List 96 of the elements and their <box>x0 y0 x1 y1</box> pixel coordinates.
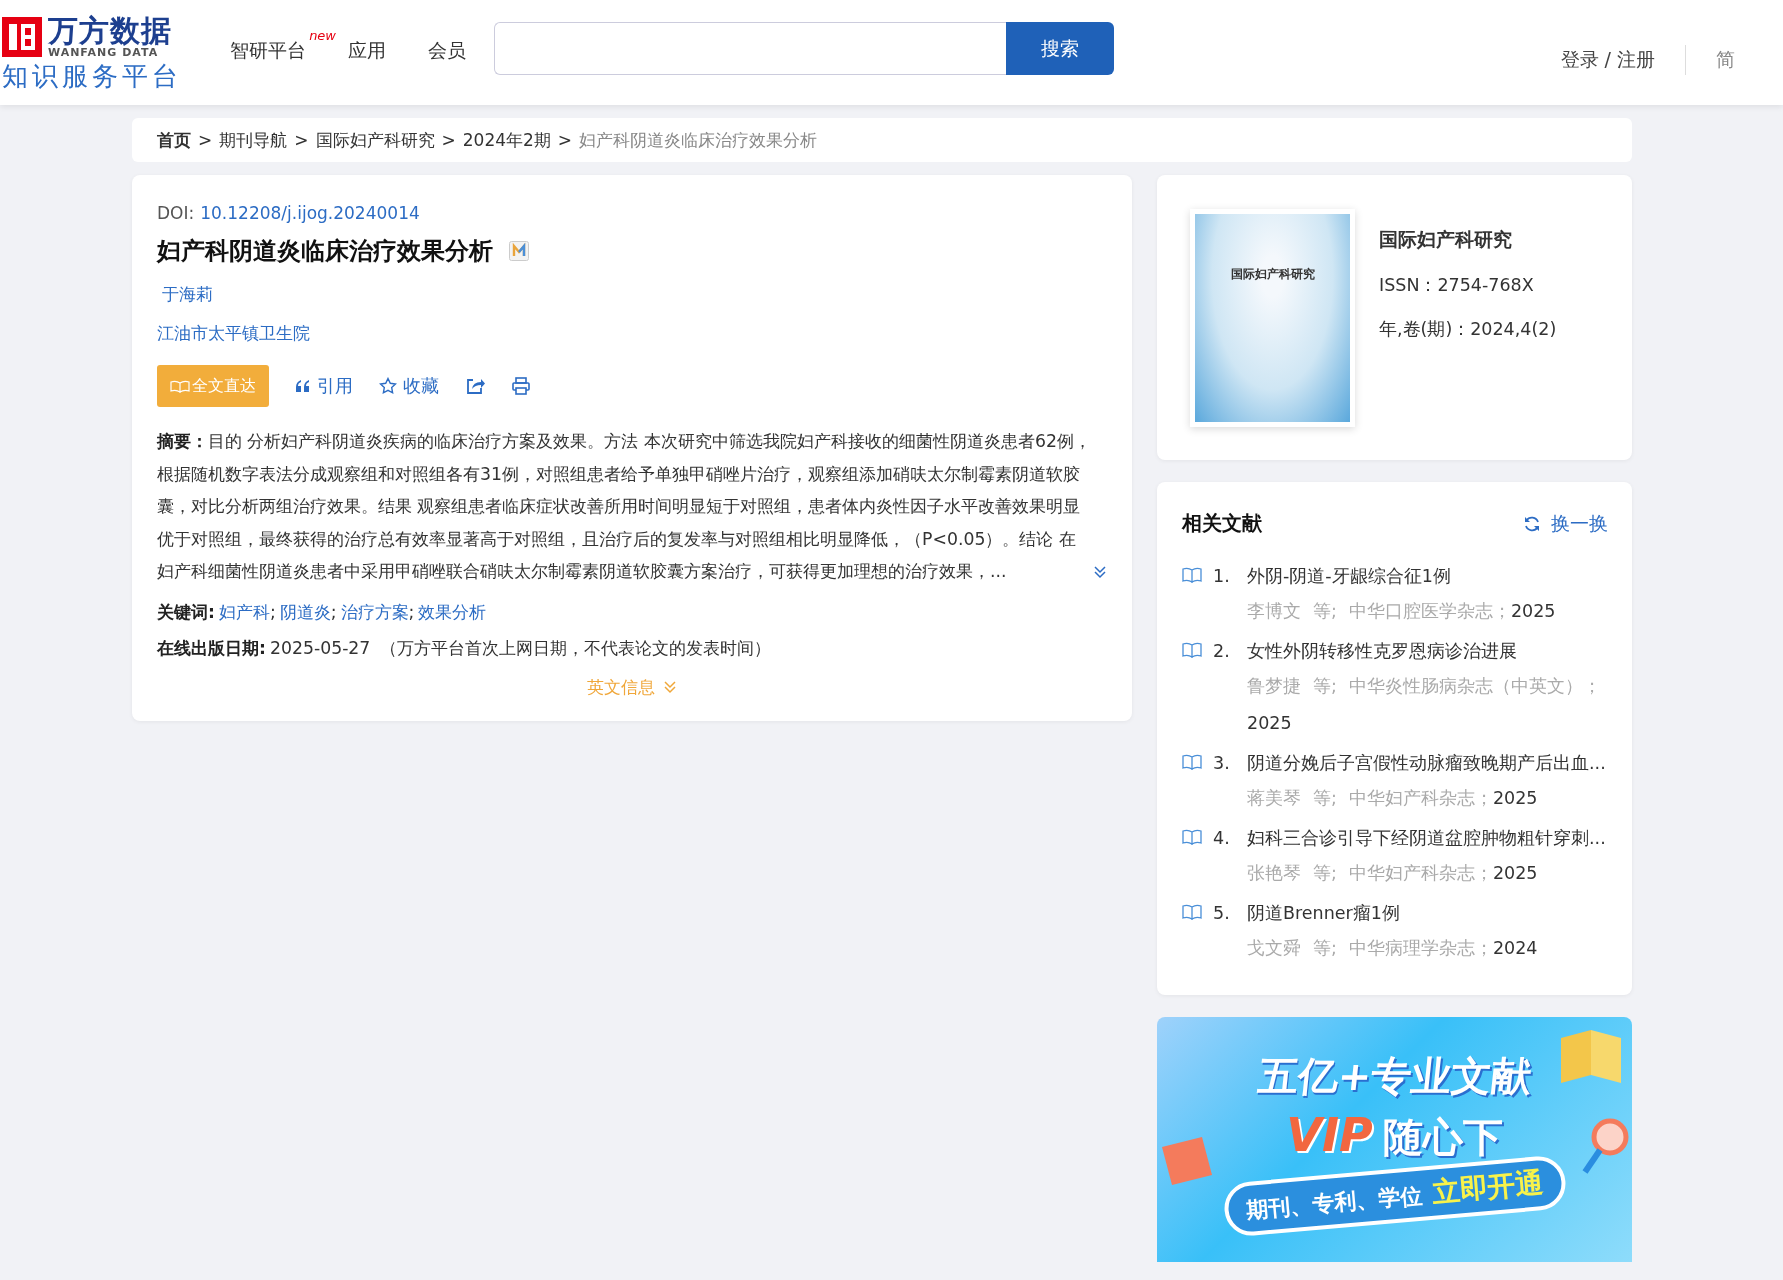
publish-date: 2025-05-27 <box>269 637 371 658</box>
author-link[interactable]: 于海莉 <box>157 283 213 306</box>
journal-name[interactable]: 国际妇产科研究 <box>1379 227 1557 253</box>
search-field[interactable] <box>494 22 1006 75</box>
related-year: 2024 <box>1492 938 1538 958</box>
breadcrumb-separator: > <box>294 130 309 150</box>
item-number: 4. <box>1213 827 1231 850</box>
keyword-link[interactable]: 效果分析 <box>418 599 487 624</box>
keyword-separator: ; <box>269 601 276 622</box>
refresh-icon <box>1523 514 1541 533</box>
related-author: 蒋美琴 <box>1247 788 1301 808</box>
cite-link[interactable]: 引用 <box>295 374 353 398</box>
related-journal: 中华妇产科杂志； <box>1348 863 1493 883</box>
print-icon[interactable] <box>511 376 531 396</box>
open-book-icon <box>1182 567 1202 583</box>
related-title-link[interactable]: 外阴-阴道-牙龈综合征1例 <box>1247 559 1602 593</box>
search-button[interactable]: 搜索 <box>1006 22 1114 75</box>
item-number: 2. <box>1213 640 1231 663</box>
article-title: 妇产科阴道炎临床治疗效果分析 <box>157 236 493 267</box>
nav-link[interactable]: 应用 <box>348 39 386 61</box>
open-book-icon <box>1182 754 1202 770</box>
banner-subline: 随心下 <box>1382 1113 1503 1162</box>
related-journal: 中华口腔医学杂志； <box>1348 601 1511 621</box>
nav-link[interactable]: 会员 <box>428 39 466 61</box>
breadcrumb-link[interactable]: 2024年2期 <box>462 128 551 152</box>
related-journal: 中华妇产科杂志； <box>1348 788 1493 808</box>
keyword-link[interactable]: 妇产科 <box>218 599 270 624</box>
refresh-link[interactable]: 换一换 <box>1523 510 1608 537</box>
item-number: 1. <box>1213 565 1231 588</box>
related-author: 鲁梦捷 <box>1247 676 1301 696</box>
related-year: 2025 <box>1510 601 1556 621</box>
double-chevron-icon <box>663 680 677 694</box>
related-title-link[interactable]: 妇科三合诊引导下经阴道盆腔肿物粗针穿刺... <box>1247 821 1602 855</box>
breadcrumb-separator: > <box>557 130 573 150</box>
related-journal: 中华炎性肠病杂志（中英文）； <box>1348 676 1601 696</box>
keyword-separator: ; <box>408 601 415 622</box>
doi-link[interactable]: 10.12208/j.ijog.20240014 <box>200 203 420 223</box>
related-author: 戈文舜 <box>1247 938 1301 958</box>
related-year: 2025 <box>1247 713 1292 733</box>
breadcrumb-link[interactable]: 期刊导航 <box>219 128 288 152</box>
keywords-label: 关键词: <box>157 600 215 624</box>
et-al-text: 等; <box>1313 676 1337 696</box>
item-number: 3. <box>1213 752 1231 775</box>
ad-banner[interactable]: 五亿+专业文献 VIP 随心下 期刊、专利、学位 立即开通 <box>1157 1017 1632 1262</box>
double-chevron-icon[interactable] <box>1093 564 1107 579</box>
related-title-link[interactable]: 阴道Brenner瘤1例 <box>1247 896 1602 930</box>
breadcrumb-link[interactable]: 妇产科阴道炎临床治疗效果分析 <box>579 128 818 152</box>
banner-headline: 五亿+专业文献 <box>1254 1052 1535 1101</box>
related-author: 张艳琴 <box>1247 863 1301 883</box>
et-al-text: 等; <box>1313 788 1337 808</box>
breadcrumb-separator: > <box>198 130 213 150</box>
login-link[interactable]: 登录 / 注册 <box>1560 46 1655 73</box>
share-icon[interactable] <box>465 376 485 396</box>
star-icon <box>379 377 397 395</box>
favorite-link[interactable]: 收藏 <box>379 374 439 398</box>
keyword-link[interactable]: 治疗方案 <box>340 599 409 624</box>
open-book-icon <box>1182 829 1202 845</box>
et-al-text: 等; <box>1313 601 1337 621</box>
issue-text: 年,卷(期)：2024,4(2) <box>1379 318 1557 341</box>
brand-name: 万方数据 <box>48 15 172 46</box>
keyword-separator: ; <box>330 601 337 622</box>
breadcrumb-link[interactable]: 首页 <box>157 128 191 152</box>
banner-cta: 立即开通 <box>1429 1165 1545 1211</box>
item-number: 5. <box>1213 902 1231 925</box>
breadcrumb-separator: > <box>441 130 456 150</box>
related-author: 李博文 <box>1247 601 1301 621</box>
brand-english: WANFANG DATA <box>48 45 159 59</box>
breadcrumb-link[interactable]: 国际妇产科研究 <box>315 128 435 152</box>
keyword-link[interactable]: 阴道炎 <box>279 599 331 624</box>
affiliation-link[interactable]: 江油市太平镇卫生院 <box>157 322 310 345</box>
m-logo-icon <box>509 241 529 261</box>
banner-vip: VIP <box>1286 1108 1373 1162</box>
issn-text: ISSN：2754-768X <box>1379 274 1535 297</box>
magnifier-drawing <box>1580 1117 1630 1177</box>
related-journal: 中华病理学杂志； <box>1348 938 1493 958</box>
quote-icon <box>295 379 311 393</box>
cover-title: 国际妇产科研究 <box>1230 266 1315 282</box>
date-label: 在线出版日期: <box>157 636 266 660</box>
section-title: 相关文献 <box>1182 510 1262 537</box>
date-note: （万方平台首次上网日期，不代表论文的发表时间） <box>380 636 772 660</box>
doi-label: DOI: <box>157 203 195 223</box>
et-al-text: 等; <box>1313 863 1337 883</box>
related-title-link[interactable]: 阴道分娩后子宫假性动脉瘤致晚期产后出血... <box>1247 746 1602 780</box>
related-year: 2025 <box>1492 863 1538 883</box>
open-book-icon <box>1182 904 1202 920</box>
banner-pill-text: 期刊、专利、学位 <box>1244 1181 1423 1225</box>
abstract-text: 摘要：目的 分析妇产科阴道炎疾病的临床治疗方案及效果。方法 本次研究中筛选我院妇产科接收的细菌性阴道炎患者62例，根据随机数字表法分成观察组和对照组各有31例，对照组患者给予单独甲硝唑片治疗，观察组添加硝呋太尔制霉素阴道软胶囊，对比分析两组治疗效果。结果 观察组患者临床症状改善所用时间明显短于对照组，患者体内炎性因子水平改善效果明显优于对照组，最终获得的治疗总有效率显著高于对照组，且治疗后的复发率与对照组相比明显降低，（P<0.05）。结论 在妇产科细菌性阴道炎患者中采用甲硝唑联合硝呋太尔制霉素阴道软胶囊方案治疗，可获得更加理想的治疗效果，... <box>157 430 1091 583</box>
logo-tagline: 知识服务平台 <box>2 61 183 90</box>
et-al-text: 等; <box>1313 938 1337 958</box>
nav-link[interactable]: 智研平台 <box>230 39 306 61</box>
language-link[interactable]: 简 <box>1716 46 1735 73</box>
open-book-icon <box>1182 642 1202 658</box>
new-label: new <box>309 28 336 43</box>
book-icon <box>170 379 190 393</box>
related-year: 2025 <box>1492 788 1538 808</box>
related-title-link[interactable]: 女性外阴转移性克罗恩病诊治进展 <box>1247 634 1602 668</box>
